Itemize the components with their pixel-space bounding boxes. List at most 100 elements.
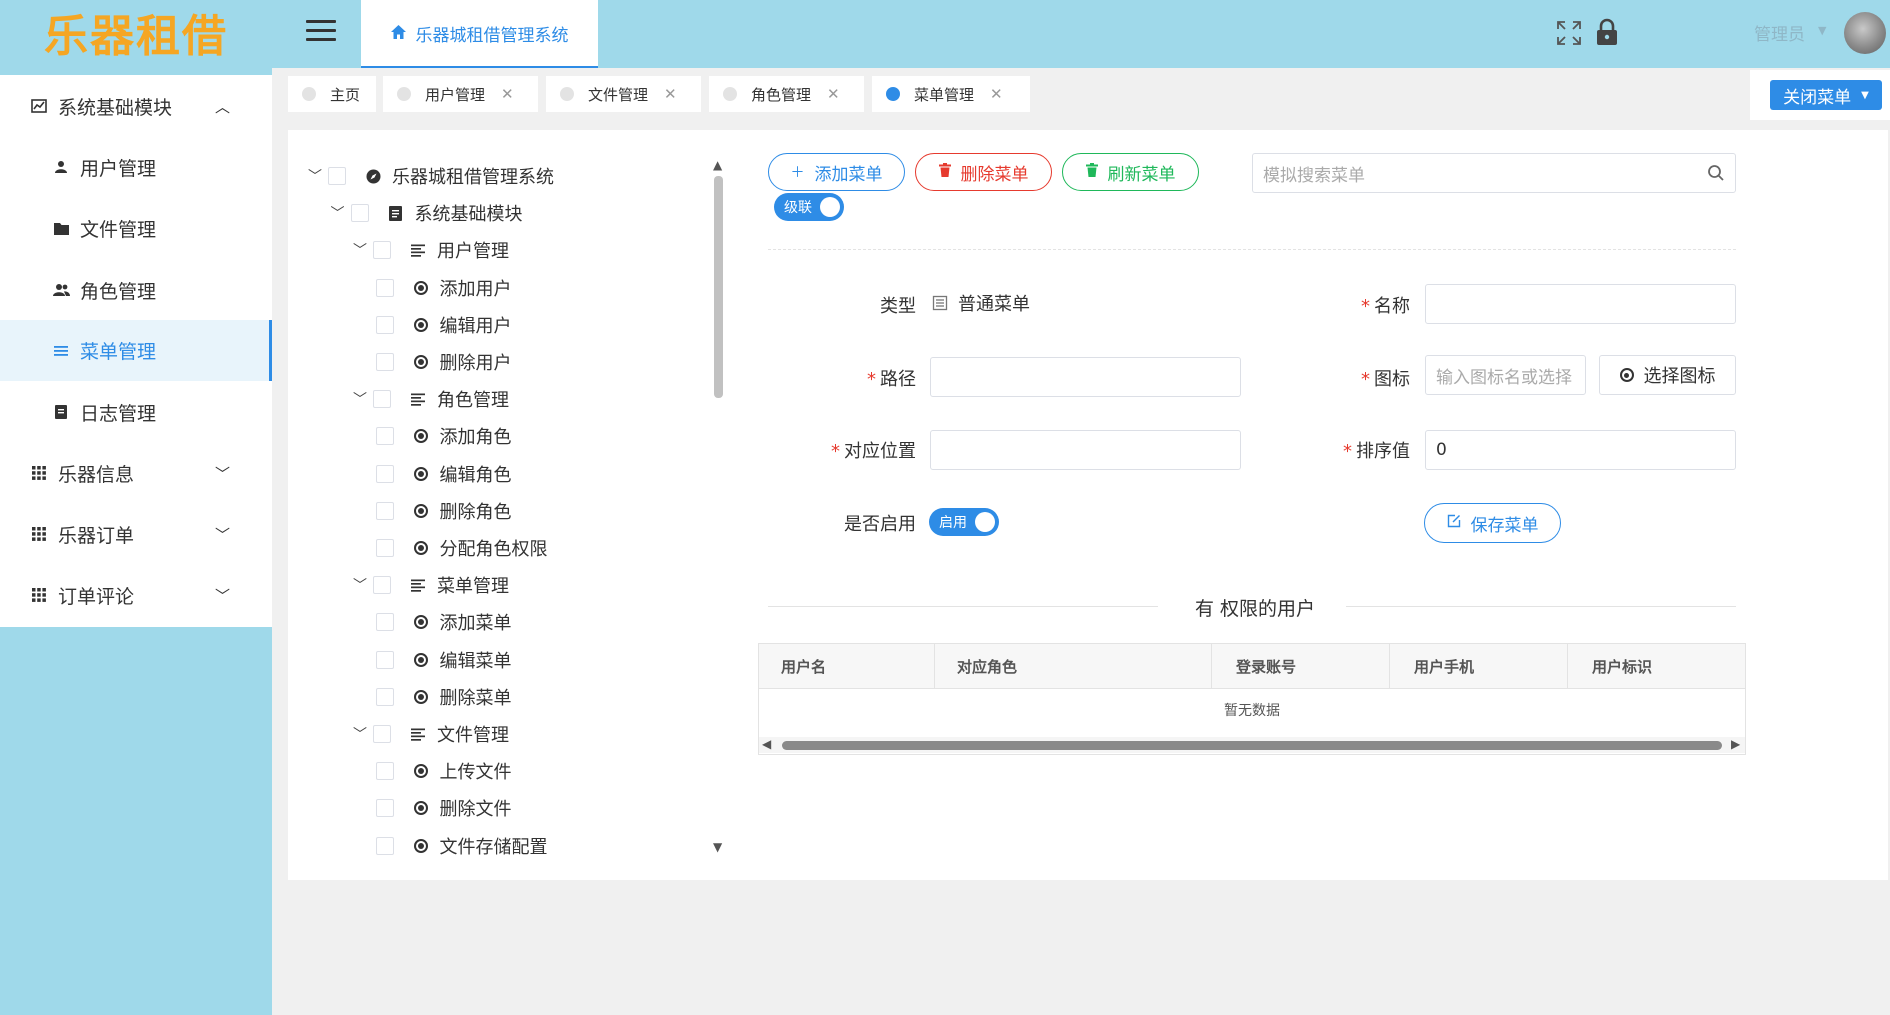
tree-checkbox[interactable]	[375, 836, 394, 855]
close-icon[interactable]: ✕	[827, 85, 840, 103]
delete-menu-button[interactable]: 删除菜单	[915, 153, 1052, 191]
type-label: 类型	[880, 296, 916, 317]
table-header-cell[interactable]: 用户名	[759, 644, 935, 688]
avatar[interactable]	[1844, 12, 1886, 54]
sidebar-item-instrument-info[interactable]: 乐器信息 ﹀	[0, 448, 272, 498]
cascade-toggle[interactable]: 级联	[774, 193, 844, 221]
tree-checkbox[interactable]	[328, 167, 346, 185]
sidebar-item-files[interactable]: 文件管理	[0, 203, 272, 253]
tab-file-management[interactable]: 文件管理 ✕	[546, 76, 701, 112]
tree-node[interactable]: 编辑菜单	[375, 645, 512, 675]
radio-icon	[412, 317, 430, 332]
sidebar-item-instrument-orders[interactable]: 乐器订单 ﹀	[0, 509, 272, 559]
tree-checkbox[interactable]	[375, 762, 394, 781]
tree-node[interactable]: 分配角色权限	[375, 533, 548, 563]
tree-node[interactable]: 文件存储配置	[375, 831, 548, 861]
table-header-cell[interactable]: 用户标识	[1568, 644, 1745, 688]
sidebar-item-order-comments[interactable]: 订单评论 ﹀	[0, 570, 272, 620]
tree-node[interactable]: 编辑用户	[375, 310, 512, 340]
caret-down-icon[interactable]: ▼	[1818, 24, 1826, 37]
position-input[interactable]	[930, 430, 1241, 470]
tab-home[interactable]: 主页	[288, 76, 376, 112]
sidebar-item-menus[interactable]: 菜单管理	[0, 320, 272, 381]
tree-node[interactable]: 编辑角色	[375, 459, 512, 489]
tree-checkbox[interactable]	[375, 613, 394, 632]
chevron-down-icon[interactable]: ﹀	[353, 389, 373, 409]
close-icon[interactable]: ✕	[501, 85, 514, 103]
lock-icon[interactable]	[1596, 18, 1618, 46]
tree-node[interactable]: ﹀ 用户管理	[353, 235, 509, 265]
hamburger-icon[interactable]	[306, 20, 336, 44]
icon-input[interactable]: 输入图标名或选择	[1425, 355, 1586, 395]
search-icon[interactable]	[1707, 164, 1725, 182]
chevron-down-icon[interactable]: ﹀	[353, 240, 373, 260]
tree-checkbox[interactable]	[375, 799, 394, 818]
list-icon	[52, 342, 70, 360]
sidebar-item-roles[interactable]: 角色管理	[0, 265, 272, 315]
admin-username[interactable]: 管理员	[1754, 20, 1805, 45]
tree-node-label: 删除角色	[439, 501, 512, 523]
tree-checkbox[interactable]	[375, 650, 394, 669]
search-input[interactable]: 模拟搜索菜单	[1252, 153, 1736, 193]
tree-checkbox[interactable]	[375, 464, 394, 483]
chevron-down-icon[interactable]: ﹀	[353, 575, 373, 595]
tree-node[interactable]: 删除菜单	[375, 682, 512, 712]
tree-node[interactable]: ﹀ 菜单管理	[353, 570, 509, 600]
tree-node[interactable]: 删除文件	[375, 793, 512, 823]
tree-checkbox[interactable]	[375, 687, 394, 706]
tree-checkbox[interactable]	[375, 501, 394, 520]
name-input[interactable]	[1425, 284, 1736, 324]
tree-node[interactable]: 添加菜单	[375, 607, 512, 637]
scroll-left-icon[interactable]: ◀	[762, 737, 771, 751]
scroll-down-icon[interactable]: ▼	[713, 840, 722, 854]
tree-checkbox[interactable]	[373, 725, 391, 743]
enabled-toggle[interactable]: 启用	[929, 508, 999, 536]
sidebar-item-system-base[interactable]: 系统基础模块 ︿	[0, 81, 272, 131]
table-header-cell[interactable]: 用户手机	[1390, 644, 1568, 688]
close-menu-button[interactable]: 关闭菜单 ▼	[1770, 80, 1882, 110]
tab-menu-management[interactable]: 菜单管理 ✕	[872, 76, 1030, 112]
add-menu-button[interactable]: ＋ 添加菜单	[768, 153, 905, 191]
table-header-cell[interactable]: 登录账号	[1212, 644, 1390, 688]
tree-checkbox[interactable]	[373, 390, 391, 409]
chevron-down-icon[interactable]: ﹀	[331, 203, 351, 223]
close-icon[interactable]: ✕	[990, 85, 1003, 103]
header-home-tab[interactable]: 乐器城租借管理系统	[361, 0, 598, 68]
fullscreen-icon[interactable]	[1556, 20, 1582, 46]
tree-checkbox[interactable]	[373, 241, 391, 260]
table-scrollbar[interactable]	[782, 741, 1722, 750]
tree-checkbox[interactable]	[350, 204, 369, 223]
chevron-down-icon[interactable]: ﹀	[353, 724, 373, 744]
table-header-cell[interactable]: 对应角色	[935, 644, 1212, 688]
tree-checkbox[interactable]	[375, 315, 394, 334]
close-icon[interactable]: ✕	[664, 85, 677, 103]
tree-node[interactable]: ﹀ 乐器城租借管理系统	[308, 161, 554, 191]
path-input[interactable]	[930, 357, 1241, 397]
tree-node[interactable]: 删除用户	[375, 347, 512, 377]
tree-node[interactable]: 添加角色	[375, 421, 512, 451]
cascade-label: 级联	[784, 200, 812, 216]
tree-node[interactable]: 上传文件	[375, 756, 512, 786]
scroll-right-icon[interactable]: ▶	[1731, 737, 1740, 751]
tree-node[interactable]: 添加用户	[375, 273, 512, 303]
save-menu-button[interactable]: 保存菜单	[1424, 503, 1561, 543]
tree-node[interactable]: ﹀ 角色管理	[353, 384, 509, 414]
sidebar-item-logs[interactable]: 日志管理	[0, 387, 272, 437]
tree-scrollbar[interactable]	[714, 176, 723, 398]
sort-input[interactable]: 0	[1425, 430, 1736, 470]
tree-checkbox[interactable]	[373, 576, 391, 595]
tree-node[interactable]: ﹀ 系统基础模块	[331, 198, 523, 228]
tree-checkbox[interactable]	[375, 353, 394, 371]
refresh-menu-button[interactable]: 刷新菜单	[1062, 153, 1199, 191]
tree-checkbox[interactable]	[375, 278, 394, 297]
tree-checkbox[interactable]	[375, 539, 394, 557]
scroll-up-icon[interactable]: ▲	[713, 158, 722, 172]
sidebar-item-users[interactable]: 用户管理	[0, 142, 272, 192]
chevron-down-icon[interactable]: ﹀	[308, 166, 328, 186]
tree-node[interactable]: ﹀ 文件管理	[353, 719, 509, 749]
tab-user-management[interactable]: 用户管理 ✕	[383, 76, 538, 112]
tree-node[interactable]: 删除角色	[375, 496, 512, 526]
tree-checkbox[interactable]	[375, 427, 394, 446]
tab-role-management[interactable]: 角色管理 ✕	[709, 76, 864, 112]
choose-icon-button[interactable]: 选择图标	[1599, 355, 1736, 395]
